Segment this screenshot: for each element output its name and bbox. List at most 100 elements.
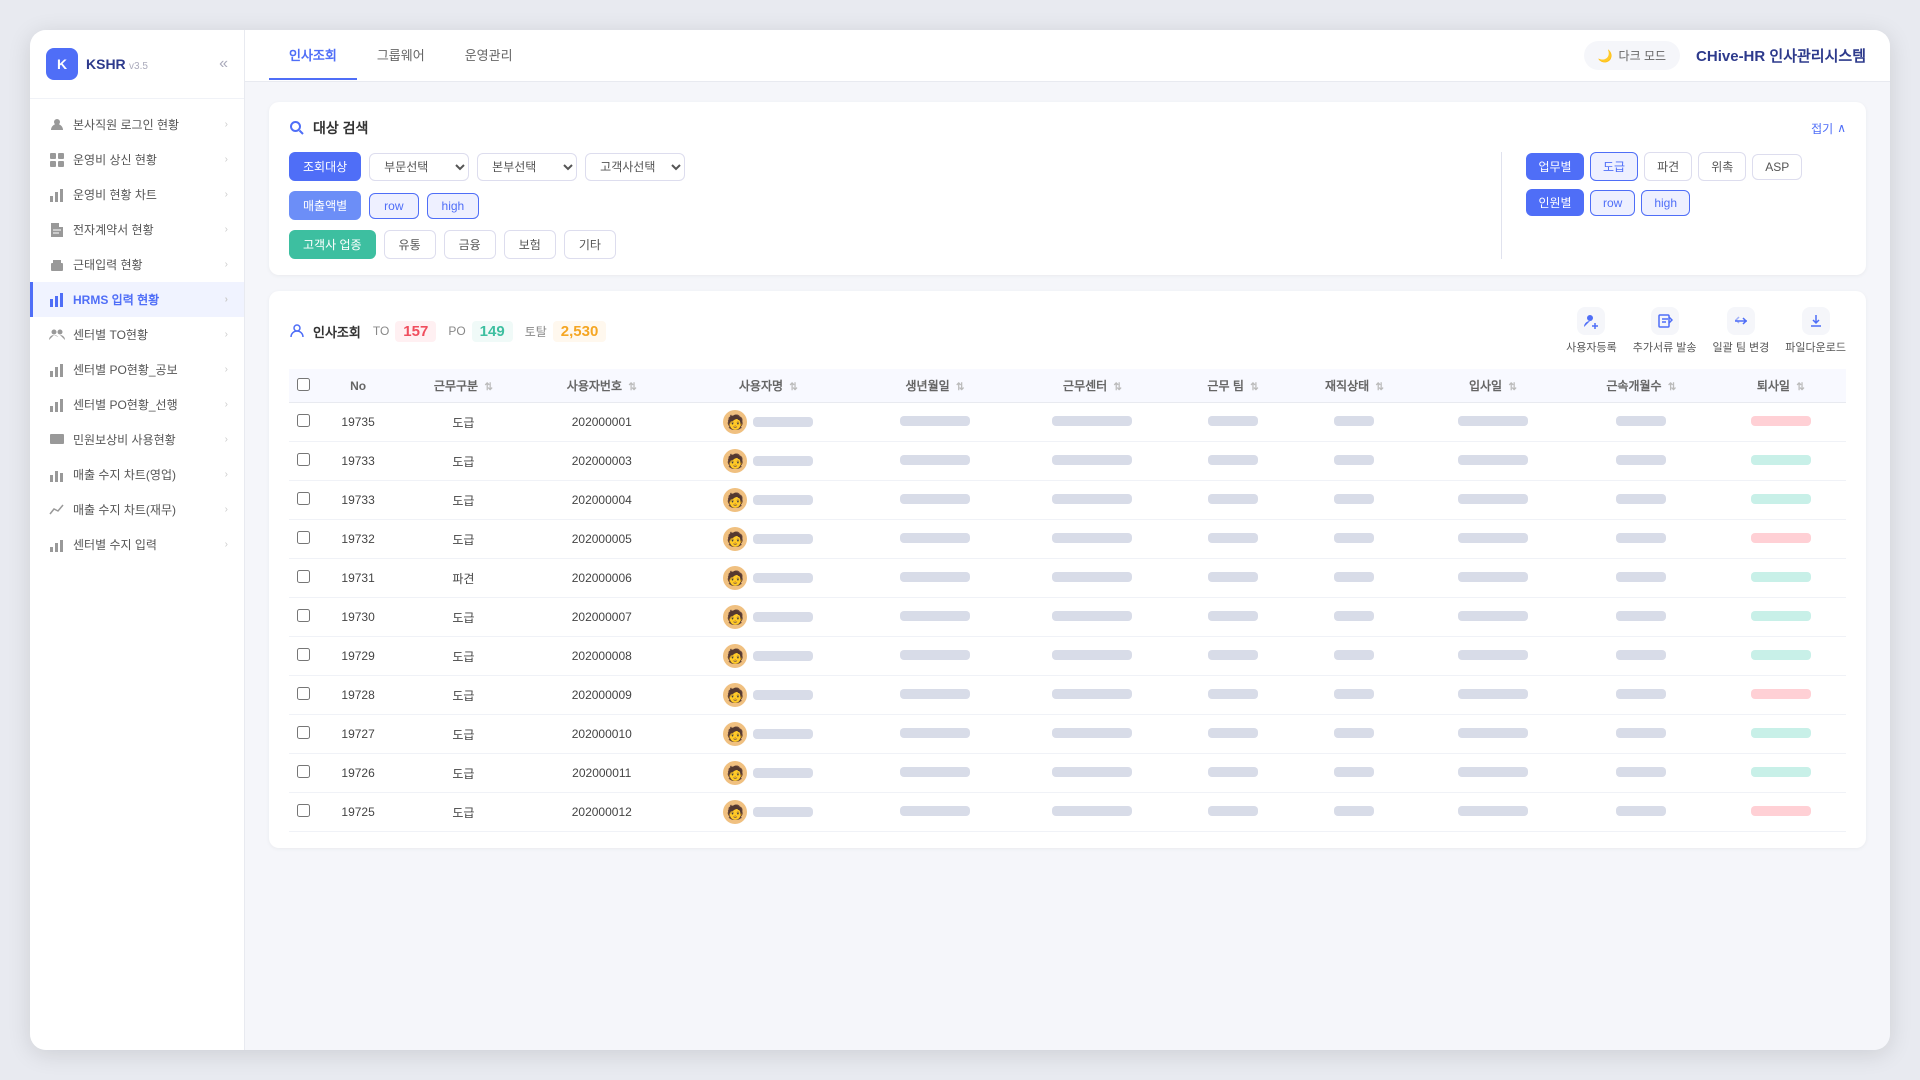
- search-target-button[interactable]: 조회대상: [289, 152, 361, 181]
- tab-groupware[interactable]: 그룹웨어: [357, 31, 445, 80]
- avatar: 🧑: [723, 488, 747, 512]
- sort-icon[interactable]: ⇅: [628, 382, 636, 393]
- person-table-icon: [289, 323, 305, 339]
- client-select[interactable]: 고객사선택: [585, 153, 685, 181]
- sidebar-item-center-sales-input[interactable]: 센터별 수지 입력 ›: [30, 527, 244, 562]
- row-checkbox[interactable]: [297, 804, 310, 817]
- blurred-status: [1334, 533, 1374, 543]
- row-checkbox[interactable]: [297, 648, 310, 661]
- table-row[interactable]: 19733도급202000003🧑: [289, 442, 1846, 481]
- sort-icon[interactable]: ⇅: [1796, 382, 1804, 393]
- sidebar-item-center-po-adv[interactable]: 센터별 PO현황_선행 ›: [30, 387, 244, 422]
- sidebar-item-ops-report[interactable]: 운영비 상신 현황 ›: [30, 142, 244, 177]
- sidebar-item-sales-chart-sales[interactable]: 매출 수지 차트(영업) ›: [30, 457, 244, 492]
- sidebar-item-sales-chart-finance[interactable]: 매출 수지 차트(재무) ›: [30, 492, 244, 527]
- table-row[interactable]: 19728도급202000009🧑: [289, 676, 1846, 715]
- table-row[interactable]: 19727도급202000010🧑: [289, 715, 1846, 754]
- cell-leave-date: [1716, 754, 1846, 793]
- job-type-button[interactable]: 업무별: [1526, 153, 1584, 180]
- table-row[interactable]: 19733도급202000004🧑: [289, 481, 1846, 520]
- row-checkbox[interactable]: [297, 726, 310, 739]
- sort-icon[interactable]: ⇅: [789, 382, 797, 393]
- blurred-center: [1052, 728, 1132, 738]
- job-tag-dispatch[interactable]: 파견: [1644, 152, 1692, 181]
- sidebar-item-hrms[interactable]: HRMS 입력 현황 ›: [30, 282, 244, 317]
- job-tag-subcontract[interactable]: 도급: [1590, 152, 1638, 181]
- table-row[interactable]: 19731파견202000006🧑: [289, 559, 1846, 598]
- cell-birthdate: [861, 442, 1010, 481]
- headcount-tag-row[interactable]: row: [1590, 190, 1635, 216]
- blurred-birth: [900, 416, 970, 426]
- sidebar-logo: K KSHR v3.5 «: [30, 30, 244, 99]
- sidebar-item-label: 센터별 PO현황_공보: [73, 361, 178, 378]
- sort-icon[interactable]: ⇅: [956, 382, 964, 393]
- search-fold-button[interactable]: 접기 ∧: [1811, 120, 1846, 137]
- logo-icon: K: [46, 48, 78, 80]
- cell-work-center: [1009, 559, 1176, 598]
- type-tag-insurance[interactable]: 보험: [504, 230, 556, 259]
- blurred-join: [1458, 728, 1528, 738]
- table-row[interactable]: 19732도급202000005🧑: [289, 520, 1846, 559]
- table-row[interactable]: 19729도급202000008🧑: [289, 637, 1846, 676]
- send-documents-button[interactable]: 추가서류 발송: [1633, 307, 1697, 355]
- team-change-icon: [1727, 307, 1755, 335]
- select-all-checkbox[interactable]: [297, 378, 310, 391]
- row-checkbox[interactable]: [297, 414, 310, 427]
- table-row[interactable]: 19730도급202000007🧑: [289, 598, 1846, 637]
- bulk-team-change-button[interactable]: 일괄 팀 변경: [1713, 307, 1770, 355]
- table-row[interactable]: 19725도급202000012🧑: [289, 793, 1846, 832]
- row-checkbox[interactable]: [297, 609, 310, 622]
- cell-birthdate: [861, 403, 1010, 442]
- dark-mode-button[interactable]: 🌙 다크 모드: [1584, 41, 1680, 70]
- table-row[interactable]: 19735도급202000001🧑: [289, 403, 1846, 442]
- dark-mode-label: 다크 모드: [1619, 47, 1667, 64]
- blurred-center: [1052, 689, 1132, 699]
- department-select[interactable]: 부문선택: [369, 153, 469, 181]
- type-tag-distribution[interactable]: 유통: [384, 230, 436, 259]
- tab-hr-inquiry[interactable]: 인사조회: [269, 31, 357, 80]
- type-tag-other[interactable]: 기타: [564, 230, 616, 259]
- sales-tag-row[interactable]: row: [369, 193, 418, 219]
- tab-operations[interactable]: 운영관리: [445, 31, 533, 80]
- row-checkbox[interactable]: [297, 570, 310, 583]
- sort-icon[interactable]: ⇅: [1508, 382, 1516, 393]
- sidebar-item-complaint[interactable]: 민원보상비 사용현황 ›: [30, 422, 244, 457]
- sidebar-item-contract[interactable]: 전자계약서 현황 ›: [30, 212, 244, 247]
- sort-icon[interactable]: ⇅: [1114, 382, 1122, 393]
- sidebar-item-attendance[interactable]: 근태입력 현황 ›: [30, 247, 244, 282]
- sort-icon[interactable]: ⇅: [1250, 382, 1258, 393]
- cell-employment-status: [1290, 442, 1418, 481]
- job-tag-consignment[interactable]: 위촉: [1698, 152, 1746, 181]
- sidebar-item-center-to[interactable]: 센터별 TO현황 ›: [30, 317, 244, 352]
- row-checkbox[interactable]: [297, 765, 310, 778]
- sort-icon[interactable]: ⇅: [484, 382, 492, 393]
- person-add-icon: [1577, 307, 1605, 335]
- client-type-button[interactable]: 고객사 업종: [289, 230, 376, 259]
- sort-icon[interactable]: ⇅: [1668, 382, 1676, 393]
- search-section: 대상 검색 접기 ∧ 조회대상 부문선택: [269, 102, 1866, 275]
- register-user-button[interactable]: 사용자등록: [1566, 307, 1617, 355]
- headcount-button[interactable]: 인원별: [1526, 189, 1584, 216]
- cell-user-id: 202000006: [528, 559, 676, 598]
- headcount-tag-high[interactable]: high: [1641, 190, 1690, 216]
- sidebar-collapse-button[interactable]: «: [219, 55, 228, 73]
- file-download-button[interactable]: 파일다운로드: [1785, 307, 1846, 355]
- row-checkbox[interactable]: [297, 687, 310, 700]
- cell-user-id: 202000005: [528, 520, 676, 559]
- sidebar-item-center-po-pub[interactable]: 센터별 PO현황_공보 ›: [30, 352, 244, 387]
- sales-filter-button[interactable]: 매출액별: [289, 191, 361, 220]
- row-checkbox[interactable]: [297, 453, 310, 466]
- sidebar-item-login-status[interactable]: 본사직원 로그인 현황 ›: [30, 107, 244, 142]
- row-checkbox[interactable]: [297, 531, 310, 544]
- row-checkbox[interactable]: [297, 492, 310, 505]
- job-tag-asp[interactable]: ASP: [1752, 154, 1802, 180]
- sort-icon[interactable]: ⇅: [1376, 382, 1384, 393]
- chevron-icon: ›: [225, 119, 228, 130]
- sales-tag-high[interactable]: high: [427, 193, 480, 219]
- sidebar-item-ops-chart[interactable]: 운영비 현황 차트 ›: [30, 177, 244, 212]
- cell-no: 19731: [317, 559, 399, 598]
- table-row[interactable]: 19726도급202000011🧑: [289, 754, 1846, 793]
- division-select[interactable]: 본부선택: [477, 153, 577, 181]
- type-tag-finance[interactable]: 금융: [444, 230, 496, 259]
- th-work-center: 근무센터 ⇅: [1009, 369, 1176, 403]
